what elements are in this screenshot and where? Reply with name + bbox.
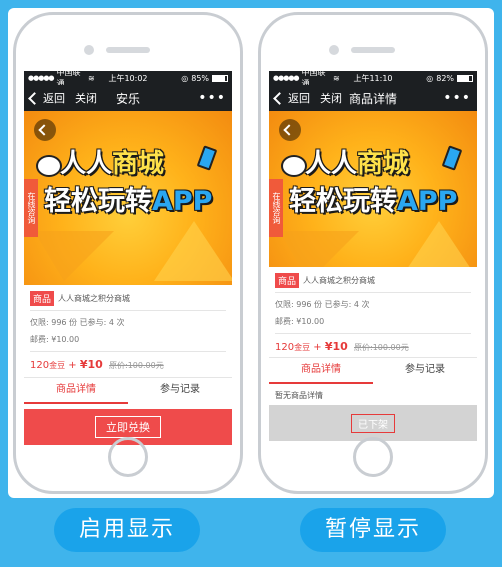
price-line: 120金豆 + ¥10 原价:100.00元 [30,358,164,371]
detail-tabs: 商品详情 参与记录 [24,377,232,404]
nav-bar: 返回 关闭 商品详情 ••• [269,85,477,111]
signal-icon: ●●●●● [28,74,55,82]
smartphone-icon [196,145,218,171]
lock-rotation-icon: ◎ [181,73,189,83]
battery-percent: 85% [191,73,210,83]
product-tag: 商品 [275,273,300,288]
close-button[interactable]: 关闭 [75,90,97,106]
banner-title-line1: 人人商城 [305,149,410,179]
status-bar: ●●●●● 中国联通 ≋ 上午10:02 ◎ 85% [24,71,232,88]
nav-bar: 返回 关闭 安乐 ••• [24,85,232,111]
home-button[interactable] [108,437,148,477]
tab-product-details[interactable]: 商品详情 [24,378,128,404]
tab-participation-records[interactable]: 参与记录 [128,378,232,404]
limit-text: 仅限: 996 份 已参与: 4 次 [275,300,370,309]
paused-display-label: 暂停显示 [300,508,446,552]
chevron-left-icon [273,91,286,105]
clock: 上午10:02 [108,73,148,83]
product-tag: 商品 [30,291,55,306]
battery-percent: 82% [436,73,455,83]
back-button[interactable]: 返回 [28,90,65,106]
back-label: 返回 [288,92,310,105]
online-consult-tab[interactable]: 在线咨询 [24,179,38,237]
postage-text: 邮费: ¥10.00 [30,335,80,344]
detail-tabs: 商品详情 参与记录 [269,357,477,384]
postage-text: 邮费: ¥10.00 [275,317,325,326]
cloud-icon [281,155,307,177]
product-banner: 人人商城 轻松玩转APP 在线咨询 [269,111,477,267]
battery-icon [457,74,474,82]
close-button[interactable]: 关闭 [320,90,342,106]
off-shelf-button: 已下架 [351,413,395,433]
phone-screen: ●●●●● 中国联通 ≋ 上午10:02 ◎ 85% 返回 关闭 安乐 ••• [24,71,232,445]
camera-dot [84,45,94,55]
more-menu-icon[interactable]: ••• [443,90,471,106]
original-price: 原价:100.00元 [109,361,164,370]
phone-mockup-enabled: ●●●●● 中国联通 ≋ 上午10:02 ◎ 85% 返回 关闭 安乐 ••• [13,12,243,494]
more-menu-icon[interactable]: ••• [198,90,226,106]
tab-participation-records[interactable]: 参与记录 [373,358,477,384]
no-detail-text: 暂无商品详情 [275,391,323,400]
speaker-slot [106,47,150,53]
chevron-left-icon [28,91,41,105]
product-name: 人人商城之积分商城 [58,294,131,303]
cloud-icon [36,155,62,177]
speaker-slot [351,47,395,53]
back-label: 返回 [43,92,65,105]
chevron-left-icon [283,124,295,136]
wifi-icon: ≋ [332,73,340,83]
smartphone-icon [441,145,463,171]
phone-screen: ●●●●● 中国联通 ≋ 上午11:10 ◎ 82% 返回 关闭 商品详情 ••… [269,71,477,445]
banner-back-button[interactable] [279,119,301,141]
phone-mockup-paused: ●●●●● 中国联通 ≋ 上午11:10 ◎ 82% 返回 关闭 商品详情 ••… [258,12,488,494]
product-name: 人人商城之积分商城 [303,276,376,285]
banner-title-line2: 轻松玩转APP [44,186,213,217]
signal-icon: ●●●●● [273,74,300,82]
chevron-left-icon [38,124,50,136]
status-bar: ●●●●● 中国联通 ≋ 上午11:10 ◎ 82% [269,71,477,88]
home-button[interactable] [353,437,393,477]
product-banner: 人人商城 轻松玩转APP 在线咨询 [24,111,232,285]
online-consult-tab[interactable]: 在线咨询 [269,179,283,237]
banner-back-button[interactable] [34,119,56,141]
original-price: 原价:100.00元 [354,343,409,352]
tab-product-details[interactable]: 商品详情 [269,358,373,384]
camera-dot [329,45,339,55]
wifi-icon: ≋ [87,73,95,83]
redeem-now-button[interactable]: 立即兑换 [95,416,161,438]
banner-title-line2: 轻松玩转APP [289,186,458,217]
enabled-display-label: 启用显示 [54,508,200,552]
battery-icon [212,74,229,82]
limit-text: 仅限: 996 份 已参与: 4 次 [30,318,125,327]
off-shelf-bar: 已下架 [269,405,477,441]
clock: 上午11:10 [353,73,393,83]
banner-title-line1: 人人商城 [60,149,165,179]
product-info: 商品 人人商城之积分商城 仅限: 996 份 已参与: 4 次 邮费: ¥10.… [24,285,232,371]
back-button[interactable]: 返回 [273,90,310,106]
product-info: 商品 人人商城之积分商城 仅限: 996 份 已参与: 4 次 邮费: ¥10.… [269,267,477,353]
lock-rotation-icon: ◎ [426,73,434,83]
price-line: 120金豆 + ¥10 原价:100.00元 [275,340,409,353]
